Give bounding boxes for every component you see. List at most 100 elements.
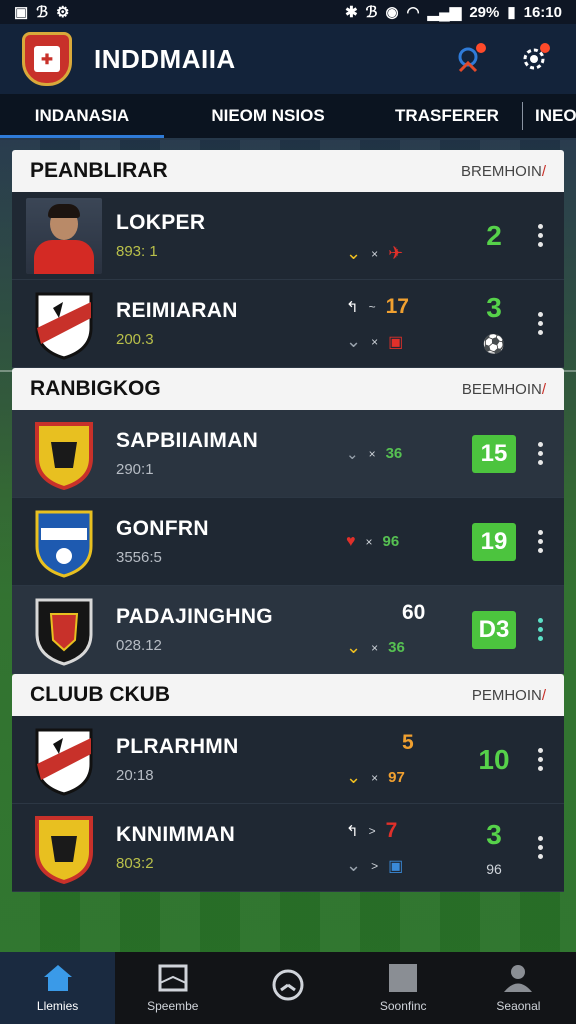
chevron-down-icon: ⌄ xyxy=(346,331,362,351)
tab-nieom-nsios[interactable]: NIEOM NSIOS xyxy=(164,94,372,138)
club-crest xyxy=(26,722,102,798)
status-bar: ▣ ℬ ⚙ ✱ ℬ ◉ ◠ ▂▄▆ 29% ▮ 16:10 xyxy=(0,0,576,24)
list-item[interactable]: REIMIARAN 200.3 ↰ ~ 17 ⌄ × ▣ 3 ⚽ xyxy=(12,280,564,368)
section-link-slash: / xyxy=(541,162,546,180)
chevron-down-icon: ⌄ xyxy=(346,767,362,787)
separator-icon: ~ xyxy=(368,300,376,314)
tab-trasferer[interactable]: TRASFERER xyxy=(372,94,522,138)
more-options-button[interactable] xyxy=(530,224,550,247)
score-badge: 15 xyxy=(472,434,516,473)
tab-indanasia[interactable]: INDANASIA xyxy=(0,94,164,138)
score-badge: 19 xyxy=(472,522,516,561)
chevron-down-icon: ⌄ xyxy=(346,243,362,263)
alarm-icon: ◉ xyxy=(385,4,399,21)
section-header: RANBIGKOG BEEMHOIN/ xyxy=(12,368,564,410)
nav-home[interactable]: Llemies xyxy=(0,952,116,1024)
section-title: CLUUB CKUB xyxy=(30,683,170,706)
shield-icon: ✚ xyxy=(34,46,60,72)
club-crest xyxy=(26,504,102,580)
item-secondary-value: 36 xyxy=(385,445,403,462)
arrow-icon: ↰ xyxy=(346,299,359,316)
separator-icon: × xyxy=(365,534,373,549)
nav-speembe[interactable]: Speembe xyxy=(115,952,230,1024)
item-stat: 290:1 xyxy=(116,461,154,478)
item-secondary-value: 17 xyxy=(385,295,409,318)
score-value: 3 xyxy=(486,818,502,850)
battery-icon: ▮ xyxy=(507,4,516,21)
section-title: RANBIGKOG xyxy=(30,377,161,400)
item-name: KNNIMMAN xyxy=(116,823,236,846)
score-value: 3 xyxy=(486,292,502,323)
tab-label: TRASFERER xyxy=(395,106,499,125)
separator-icon: > xyxy=(371,858,379,873)
nav-seaonal[interactable]: Seaonal xyxy=(461,952,576,1024)
clock-icon xyxy=(272,969,304,1001)
item-stat: 20:18 xyxy=(116,767,154,784)
player-photo xyxy=(26,197,102,274)
more-options-button[interactable] xyxy=(530,618,550,641)
list-item[interactable]: PLRARHMN 20:18 5 ⌄ × 97 10 xyxy=(12,716,564,804)
nav-clock[interactable] xyxy=(230,952,345,1024)
nav-label: Llemies xyxy=(36,999,79,1013)
item-secondary-value: 5 xyxy=(402,731,414,754)
list-item[interactable]: KNNIMMAN 803:2 ↰ > 7 ⌄ > ▣ 3 96 xyxy=(12,804,564,892)
section-link[interactable]: PEMHOIN/ xyxy=(472,687,546,704)
tab-bar: INDANASIA NIEOM NSIOS TRASFERER INEO xyxy=(0,94,576,138)
item-stat: 3556:5 xyxy=(116,549,162,566)
section-link[interactable]: BREMHOIN/ xyxy=(461,163,546,180)
arrow-icon: ↰ xyxy=(346,823,359,840)
chevron-down-icon: ⌄ xyxy=(346,637,362,657)
list-item[interactable]: LOKPER 893: 1 ⌄ × ✈ 2 xyxy=(12,192,564,280)
app-title: INDDMAIIA xyxy=(94,43,236,74)
tab-ineo[interactable]: INEO xyxy=(523,94,576,138)
nav-label: Soonfinc xyxy=(379,999,427,1013)
separator-icon: > xyxy=(368,824,376,838)
more-options-button[interactable] xyxy=(530,748,550,771)
score-badge: D3 xyxy=(472,610,516,649)
section-link-label: BREMHOIN xyxy=(460,162,542,180)
location-icon: ⌄ xyxy=(346,445,359,463)
crest-icon xyxy=(35,598,93,666)
section-title: PEANBLIRAR xyxy=(30,159,168,182)
nav-soonfinc[interactable]: Soonfinc xyxy=(346,952,461,1024)
bottom-nav: Llemies Speembe Soonfinc Seaonal xyxy=(0,952,576,1024)
nav-label: Seaonal xyxy=(496,999,541,1013)
section-link-label: BEEMHOIN xyxy=(461,380,542,398)
clock-time: 16:10 xyxy=(523,3,562,21)
settings-button[interactable] xyxy=(514,39,554,79)
vibrate-icon: ℬ xyxy=(365,4,378,21)
item-stat: 893: 1 xyxy=(116,243,158,260)
more-options-button[interactable] xyxy=(530,836,550,859)
club-logo[interactable]: ✚ xyxy=(22,32,72,86)
list-item[interactable]: PADAJINGHNG 028.12 60 ⌄ × 36 D3 xyxy=(12,586,564,674)
separator-icon: × xyxy=(371,640,379,655)
list-item[interactable]: GONFRN 3556:5 ♥ × 96 19 xyxy=(12,498,564,586)
more-options-button[interactable] xyxy=(530,312,550,335)
crest-icon xyxy=(35,421,93,490)
badge-icon: ▣ xyxy=(388,333,404,351)
item-name: PADAJINGHNG xyxy=(116,605,273,628)
notifications-button[interactable] xyxy=(450,39,490,79)
section-link-slash: / xyxy=(541,686,546,704)
item-tertiary-value: 36 xyxy=(388,639,405,656)
signal-icon: ▂▄▆ xyxy=(427,4,462,21)
bluetooth-icon: ℬ xyxy=(36,4,48,21)
item-secondary-value: 60 xyxy=(402,601,426,624)
chevron-down-icon: ⌄ xyxy=(346,855,362,875)
separator-icon: × xyxy=(371,334,379,349)
score-value: 2 xyxy=(486,219,502,251)
score-sub: 96 xyxy=(486,860,502,877)
ball-icon: ⚽ xyxy=(482,334,506,354)
item-stat: 803:2 xyxy=(116,855,154,872)
crest-icon xyxy=(35,815,93,884)
section-link[interactable]: BEEMHOIN/ xyxy=(462,381,546,398)
section-header: CLUUB CKUB PEMHOIN/ xyxy=(12,674,564,716)
list-item[interactable]: SAPBIIAIMAN 290:1 ⌄ × 36 15 xyxy=(12,410,564,498)
nav-label: Speembe xyxy=(147,999,199,1013)
settings-badge xyxy=(540,43,550,53)
more-options-button[interactable] xyxy=(530,530,550,553)
separator-icon: × xyxy=(371,770,379,785)
club-crest xyxy=(26,286,102,362)
score-value: 10 xyxy=(478,743,510,775)
more-options-button[interactable] xyxy=(530,442,550,465)
